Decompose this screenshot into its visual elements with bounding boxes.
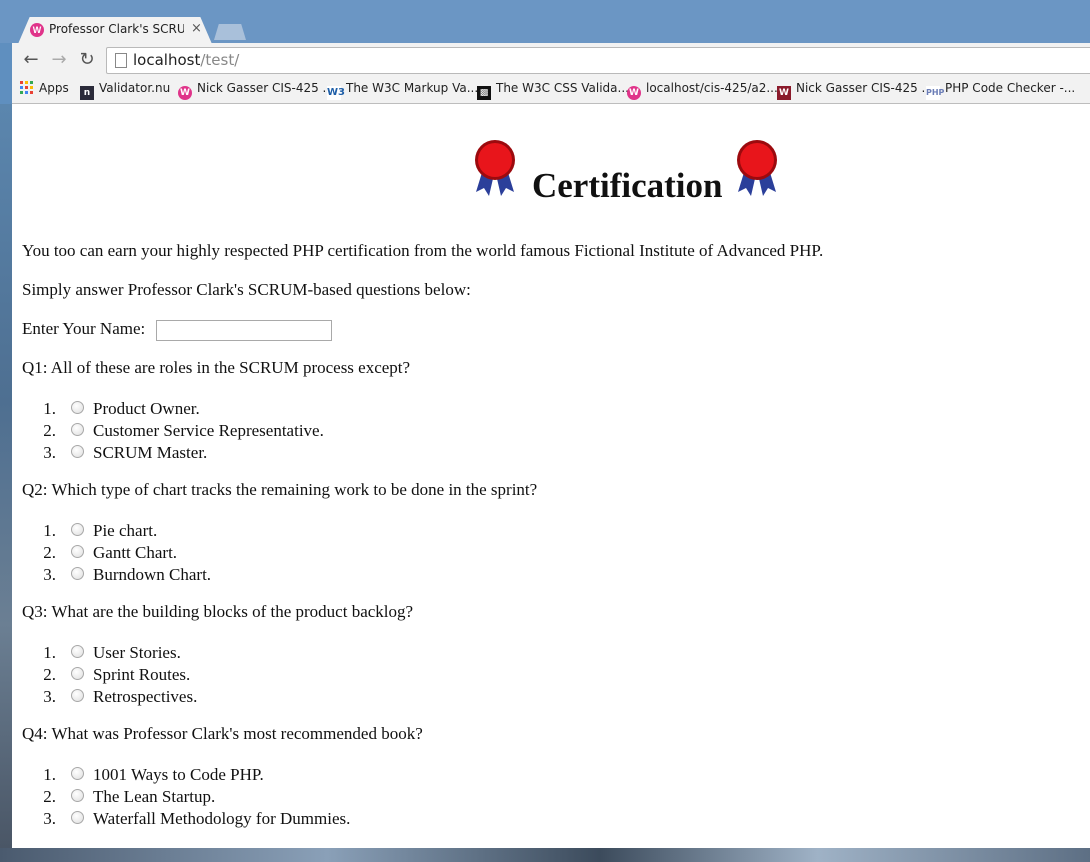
radio-button[interactable] bbox=[71, 401, 84, 414]
award-ribbon-icon bbox=[737, 140, 777, 196]
page-icon bbox=[115, 53, 127, 68]
w-icon: W bbox=[777, 86, 791, 100]
radio-button[interactable] bbox=[71, 689, 84, 702]
wamp-icon: W bbox=[627, 86, 641, 100]
question-3-text: Q3: What are the building blocks of the … bbox=[22, 602, 414, 621]
instructions-text: Simply answer Professor Clark's SCRUM-ba… bbox=[22, 280, 471, 299]
bookmark-w3c-markup[interactable]: W3The W3C Markup Va... bbox=[327, 81, 478, 100]
question-1-text: Q1: All of these are roles in the SCRUM … bbox=[22, 358, 411, 377]
award-ribbon-icon bbox=[475, 140, 515, 196]
apps-grid-icon bbox=[20, 81, 34, 95]
desktop-background bbox=[0, 848, 1090, 862]
radio-button[interactable] bbox=[71, 811, 84, 824]
radio-button[interactable] bbox=[71, 789, 84, 802]
reload-button[interactable]: ↻ bbox=[76, 49, 98, 71]
name-input[interactable] bbox=[156, 320, 332, 341]
name-label: Enter Your Name: bbox=[22, 319, 146, 338]
window-frame bbox=[0, 104, 12, 848]
bookmarks-bar: Apps n Validator.nu W Nick Gasser CIS-425 … bbox=[12, 77, 1090, 104]
page-title: Certification bbox=[532, 166, 723, 205]
bookmark-w3c-css[interactable]: ▩ The W3C CSS Valida... bbox=[477, 81, 629, 100]
radio-button[interactable] bbox=[71, 523, 84, 536]
tab-close-icon[interactable]: × bbox=[191, 21, 202, 36]
intro-text: You too can earn your highly respected P… bbox=[22, 241, 824, 260]
radio-button[interactable] bbox=[71, 445, 84, 458]
bookmark-localhost-cis425[interactable]: Wlocalhost/cis-425/a2... bbox=[627, 81, 778, 100]
bookmark-apps[interactable]: Apps bbox=[20, 81, 69, 99]
bookmark-validator-nu[interactable]: n Validator.nu bbox=[80, 81, 170, 100]
wamp-icon: W bbox=[30, 23, 44, 37]
new-tab-button[interactable] bbox=[214, 24, 246, 40]
w3c-icon: W3 bbox=[327, 86, 345, 100]
arrow-left-icon: ← bbox=[23, 49, 39, 70]
tab-title: Professor Clark's SCRUM C bbox=[49, 22, 184, 36]
bookmark-nick-gasser-2[interactable]: W Nick Gasser CIS-425 ... bbox=[777, 81, 933, 100]
radio-button[interactable] bbox=[71, 423, 84, 436]
radio-button[interactable] bbox=[71, 767, 84, 780]
browser-toolbar: ← → ↻ localhost/test/ bbox=[12, 43, 1090, 77]
reload-icon: ↻ bbox=[79, 49, 95, 70]
page-heading: Certification bbox=[472, 140, 792, 210]
url-text[interactable]: localhost/test/ bbox=[133, 51, 239, 69]
radio-button[interactable] bbox=[71, 545, 84, 558]
arrow-right-icon: → bbox=[51, 49, 67, 70]
php-icon: PHP bbox=[926, 86, 944, 100]
wamp-icon: W bbox=[178, 86, 192, 100]
tab-strip: W Professor Clark's SCRUM C × bbox=[0, 0, 1090, 44]
address-bar[interactable]: localhost/test/ bbox=[106, 47, 1090, 74]
forward-button[interactable]: → bbox=[48, 49, 70, 71]
page-viewport: Certification You too can earn your high… bbox=[12, 104, 1090, 848]
browser-tab[interactable]: W Professor Clark's SCRUM C × bbox=[18, 17, 212, 44]
puzzle-icon: ▩ bbox=[477, 86, 491, 100]
radio-button[interactable] bbox=[71, 567, 84, 580]
bookmark-nick-gasser-1[interactable]: W Nick Gasser CIS-425 ... bbox=[178, 81, 334, 100]
bookmark-php-checker[interactable]: PHPPHP Code Checker -... bbox=[926, 81, 1075, 100]
radio-button[interactable] bbox=[71, 667, 84, 680]
back-button[interactable]: ← bbox=[20, 49, 42, 71]
radio-button[interactable] bbox=[71, 645, 84, 658]
question-4-text: Q4: What was Professor Clark's most reco… bbox=[22, 724, 423, 743]
validator-icon: n bbox=[80, 86, 94, 100]
question-2-text: Q2: Which type of chart tracks the remai… bbox=[22, 480, 538, 499]
